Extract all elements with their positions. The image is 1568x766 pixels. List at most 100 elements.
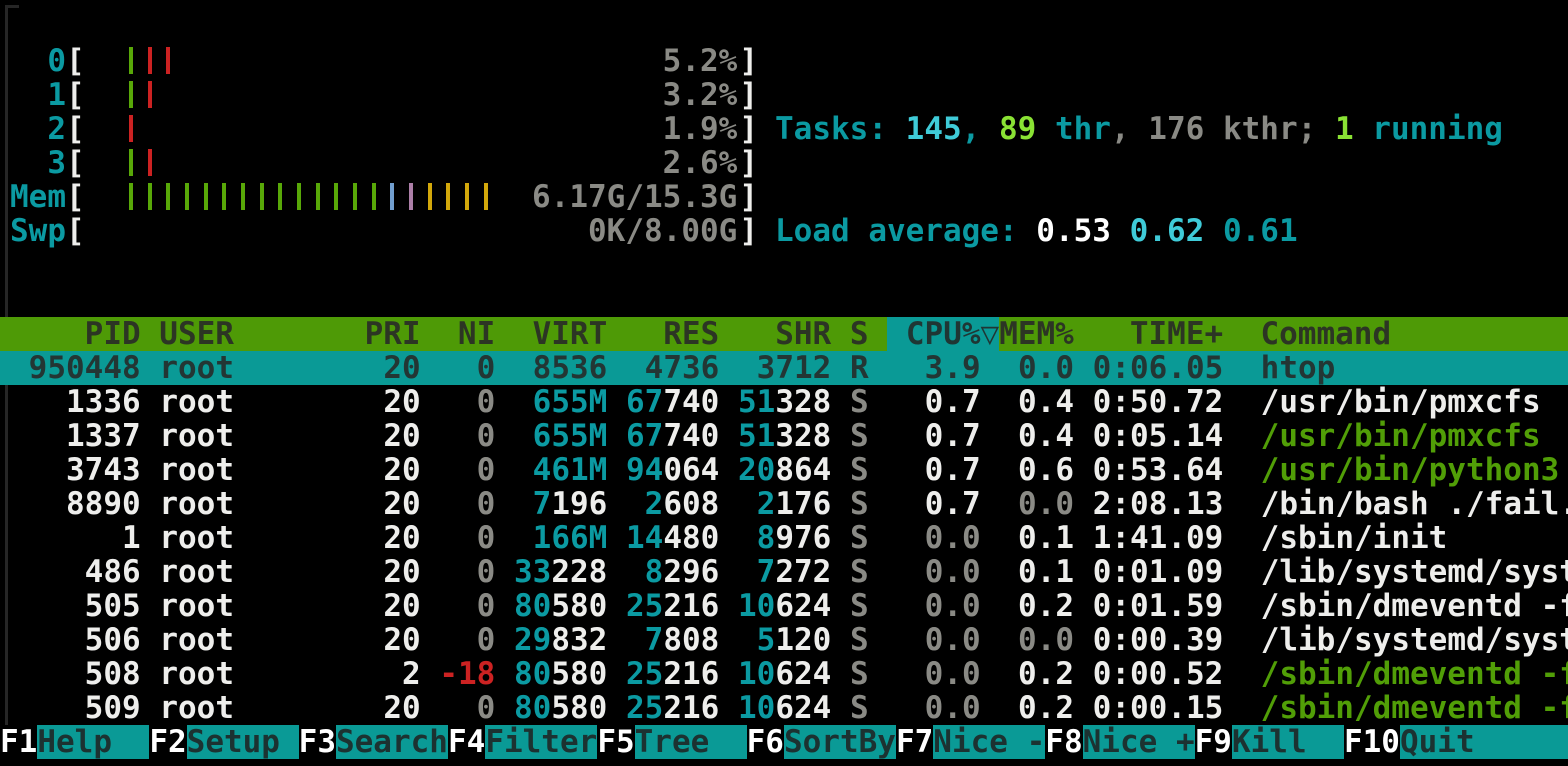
meter-bar-segment <box>390 183 394 210</box>
bracket: [ <box>66 214 85 248</box>
fnkey-label: F1 <box>0 725 37 759</box>
process-row-508[interactable]: 508 root 2 -18 80580 25216 10624 S 0.0 0… <box>0 657 1568 691</box>
bracket: ] <box>739 180 758 214</box>
meter-bar-segment <box>129 81 133 108</box>
fnkey-label: F7 <box>896 725 933 759</box>
fnkey-f5[interactable]: F5Tree <box>597 725 746 759</box>
meter-bar-segment <box>129 47 133 74</box>
process-row-486[interactable]: 486 root 20 0 33228 8296 7272 S 0.0 0.1 … <box>0 555 1568 589</box>
window-border-top <box>5 5 19 8</box>
process-table-header[interactable]: PID USER PRI NI VIRT RES SHR S CPU%▽MEM%… <box>0 317 1568 351</box>
fnkey-f1[interactable]: F1Help <box>0 725 149 759</box>
bracket: ] <box>739 112 758 146</box>
meter-bar-segment <box>204 183 208 210</box>
meter-bar-segment <box>148 47 152 74</box>
tasks-summary: Tasks: 145, 89 thr, 176 kthr; 1 running <box>775 112 1503 146</box>
process-row-509[interactable]: 509 root 20 0 80580 25216 10624 S 0.0 0.… <box>0 691 1568 725</box>
fnkey-label: F10 <box>1344 725 1400 759</box>
meter-bar-segment <box>148 183 152 210</box>
cpu-meter-2: 2[1.9%] <box>10 112 758 146</box>
sort-column-cpu[interactable]: CPU%▽ <box>887 317 999 351</box>
bracket: ] <box>739 44 758 78</box>
fnkey-f2[interactable]: F2Setup <box>149 725 298 759</box>
screen-tabs: MainI/O <box>10 283 322 314</box>
meters-panel: 0[5.2%]1[3.2%]2[1.9%]3[2.6%]Mem[6.17G/15… <box>10 44 758 248</box>
process-row-8890[interactable]: 8890 root 20 0 7196 2608 2176 S 0.7 0.0 … <box>0 487 1568 521</box>
process-row-1336[interactable]: 1336 root 20 0 655M 67740 51328 S 0.7 0.… <box>0 385 1568 419</box>
cpu-meter-2-label: 2 <box>10 112 66 146</box>
meter-bar-segment <box>241 183 245 210</box>
process-row-506[interactable]: 506 root 20 0 29832 7808 5120 S 0.0 0.0 … <box>0 623 1568 657</box>
fnkey-action: Tree <box>635 725 747 759</box>
cpu-meter-3-label: 3 <box>10 146 66 180</box>
fnkey-f4[interactable]: F4Filter <box>448 725 597 759</box>
bracket: [ <box>66 146 85 180</box>
cpu-meter-0-value: 5.2% <box>663 44 738 78</box>
process-row-505[interactable]: 505 root 20 0 80580 25216 10624 S 0.0 0.… <box>0 589 1568 623</box>
fnkey-action: Help <box>37 725 149 759</box>
meter-bar-segment <box>260 183 264 210</box>
swap-meter-value: 0K/8.00G <box>588 214 737 248</box>
bracket: [ <box>66 44 85 78</box>
meter-bar-segment <box>185 183 189 210</box>
meter-bar-segment <box>484 183 488 210</box>
fnkey-action: Quit <box>1400 725 1568 759</box>
cpu-meter-2-value: 1.9% <box>663 112 738 146</box>
function-bar: F1Help F2Setup F3SearchF4FilterF5Tree F6… <box>0 725 1568 759</box>
fnkey-label: F9 <box>1195 725 1232 759</box>
fnkey-f8[interactable]: F8Nice + <box>1045 725 1194 759</box>
process-row-1337[interactable]: 1337 root 20 0 655M 67740 51328 S 0.7 0.… <box>0 419 1568 453</box>
meter-bar-segment <box>372 183 376 210</box>
cpu-meter-0-label: 0 <box>10 44 66 78</box>
process-row-950448[interactable]: 950448 root 20 0 8536 4736 3712 R 3.9 0.… <box>0 351 1568 385</box>
fnkey-f6[interactable]: F6SortBy <box>747 725 896 759</box>
meter-bar-segment <box>316 183 320 210</box>
bracket: ] <box>739 214 758 248</box>
fnkey-action: Search <box>336 725 448 759</box>
fnkey-label: F2 <box>149 725 186 759</box>
fnkey-f10[interactable]: F10Quit <box>1344 725 1568 759</box>
fnkey-label: F8 <box>1045 725 1082 759</box>
bracket: [ <box>66 112 85 146</box>
fnkey-action: Nice + <box>1083 725 1195 759</box>
cpu-meter-1: 1[3.2%] <box>10 78 758 112</box>
table-header-left[interactable]: PID USER PRI NI VIRT RES SHR S <box>10 317 887 351</box>
swap-meter-label: Swp <box>10 214 66 248</box>
process-row-1[interactable]: 1 root 20 0 166M 14480 8976 S 0.0 0.1 1:… <box>0 521 1568 555</box>
htop-terminal-screen: 0[5.2%]1[3.2%]2[1.9%]3[2.6%]Mem[6.17G/15… <box>0 0 1568 766</box>
cpu-meter-3-bar: 2.6% <box>85 146 740 180</box>
cpu-meter-2-bar: 1.9% <box>85 112 740 146</box>
meter-bar-segment <box>129 115 133 142</box>
fnkey-f3[interactable]: F3Search <box>299 725 448 759</box>
fnkey-action: SortBy <box>784 725 896 759</box>
fnkey-f7[interactable]: F7Nice - <box>896 725 1045 759</box>
fnkey-action: Nice - <box>933 725 1045 759</box>
meter-bar-segment <box>148 81 152 108</box>
bracket: ] <box>739 146 758 180</box>
swap-meter: Swp[0K/8.00G] <box>10 214 758 248</box>
fnkey-label: F5 <box>597 725 634 759</box>
cpu-meter-3-value: 2.6% <box>663 146 738 180</box>
memory-meter-bar: 6.17G/15.3G <box>85 180 740 214</box>
process-row-3743[interactable]: 3743 root 20 0 461M 94064 20864 S 0.7 0.… <box>0 453 1568 487</box>
meter-bar-segment <box>222 183 226 210</box>
meter-bar-segment <box>129 149 133 176</box>
meter-bar-segment <box>278 183 282 210</box>
fnkey-label: F3 <box>299 725 336 759</box>
cpu-meter-0: 0[5.2%] <box>10 44 758 78</box>
meter-bar-segment <box>409 183 413 210</box>
process-table: 950448 root 20 0 8536 4736 3712 R 3.9 0.… <box>0 351 1568 725</box>
table-header-right[interactable]: MEM% TIME+ Command <box>999 317 1391 351</box>
bracket: [ <box>66 78 85 112</box>
cpu-meter-1-bar: 3.2% <box>85 78 740 112</box>
fnkey-f9[interactable]: F9Kill <box>1195 725 1344 759</box>
fnkey-label: F6 <box>747 725 784 759</box>
bracket: ] <box>739 78 758 112</box>
meter-bar-segment <box>148 149 152 176</box>
memory-meter-value: 6.17G/15.3G <box>532 180 737 214</box>
memory-meter: Mem[6.17G/15.3G] <box>10 180 758 214</box>
fnkey-action: Filter <box>485 725 597 759</box>
fnkey-action: Setup <box>187 725 299 759</box>
cpu-meter-1-label: 1 <box>10 78 66 112</box>
meter-bar-segment <box>428 183 432 210</box>
